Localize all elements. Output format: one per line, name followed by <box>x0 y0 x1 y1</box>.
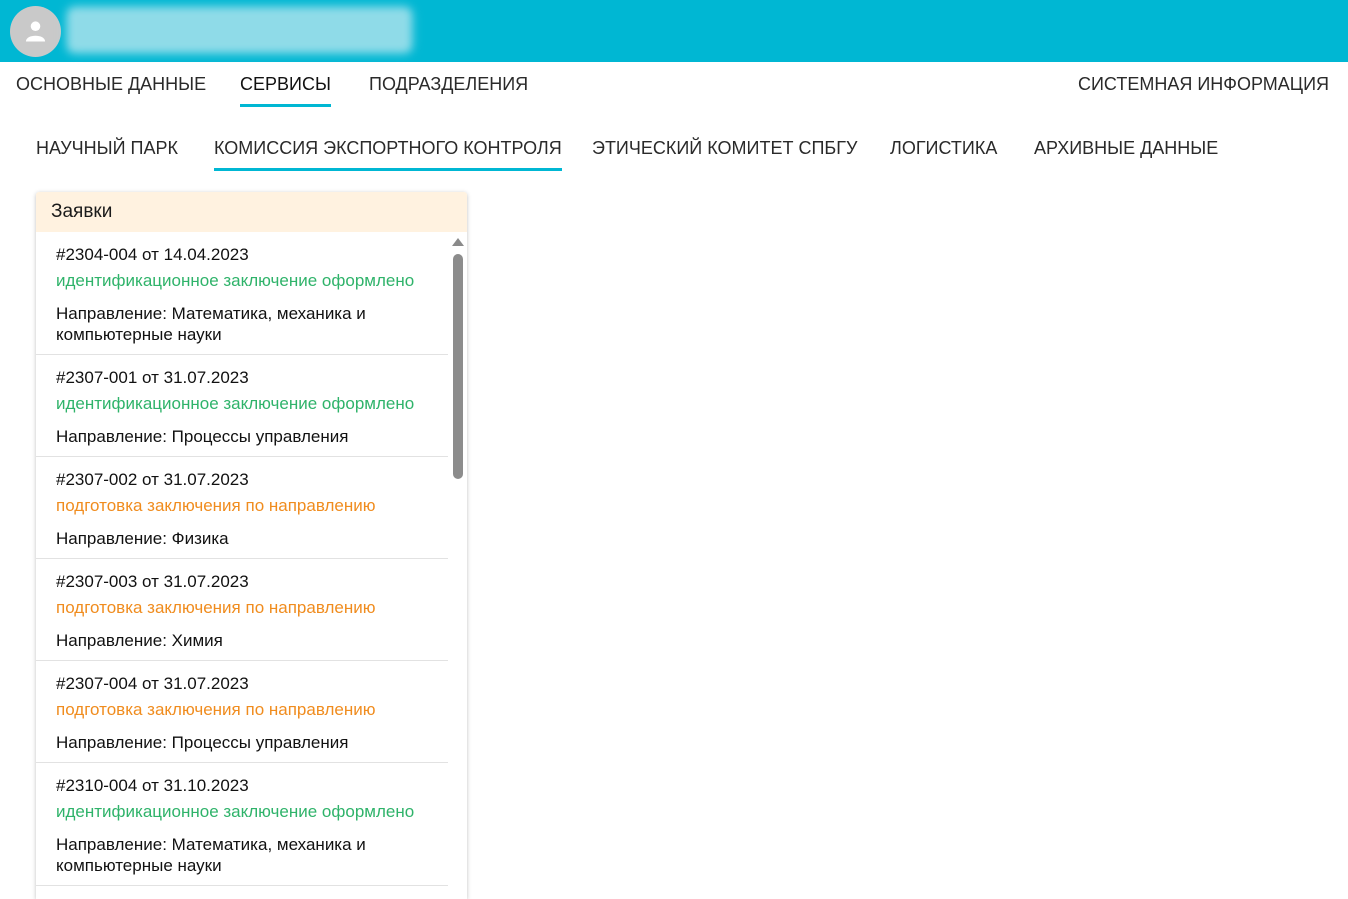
application-status: идентификационное заключение оформлено <box>56 802 415 821</box>
list-item[interactable]: #2307-002 от 31.07.2023 подготовка заклю… <box>36 457 448 559</box>
list-scrollbar[interactable] <box>448 232 467 899</box>
application-status: идентификационное заключение оформлено <box>56 394 415 413</box>
application-direction: Направление: Математика, механика и комп… <box>56 835 366 875</box>
list-item[interactable]: #2304-004 от 14.04.2023 идентификационно… <box>36 232 448 355</box>
subtab-science-park[interactable]: НАУЧНЫЙ ПАРК <box>36 126 178 170</box>
tab-basic-data[interactable]: ОСНОВНЫЕ ДАННЫЕ <box>16 62 206 106</box>
user-name-redacted <box>68 8 411 52</box>
application-number: #2310-004 от 31.10.2023 <box>56 776 249 795</box>
application-status: идентификационное заключение оформлено <box>56 271 415 290</box>
tab-system-info[interactable]: СИСТЕМНАЯ ИНФОРМАЦИЯ <box>1078 62 1329 106</box>
application-number: #2307-001 от 31.07.2023 <box>56 368 249 387</box>
list-item[interactable]: #2310-004 от 31.10.2023 идентификационно… <box>36 763 448 886</box>
application-number: #2307-002 от 31.07.2023 <box>56 470 249 489</box>
application-number: #2307-004 от 31.07.2023 <box>56 674 249 693</box>
scroll-thumb[interactable] <box>453 254 463 479</box>
applications-list[interactable]: #2304-004 от 14.04.2023 идентификационно… <box>36 232 448 899</box>
top-bar <box>0 0 1348 62</box>
application-direction: Направление: Физика <box>56 529 229 548</box>
list-item[interactable]: #2307-004 от 31.07.2023 подготовка заклю… <box>36 661 448 763</box>
application-number: #2304-004 от 14.04.2023 <box>56 245 249 264</box>
application-direction: Направление: Математика, механика и комп… <box>56 304 366 344</box>
subtab-logistics[interactable]: ЛОГИСТИКА <box>890 126 997 170</box>
application-status: подготовка заключения по направлению <box>56 598 376 617</box>
scroll-up-arrow-icon[interactable] <box>452 238 464 246</box>
applications-panel: Заявки #2304-004 от 14.04.2023 идентифик… <box>36 192 467 899</box>
avatar[interactable] <box>10 6 61 57</box>
application-direction: Направление: Химия <box>56 631 223 650</box>
tab-services[interactable]: СЕРВИСЫ <box>240 62 331 107</box>
tab-departments[interactable]: ПОДРАЗДЕЛЕНИЯ <box>369 62 528 106</box>
list-item[interactable]: #2307-003 от 31.07.2023 подготовка заклю… <box>36 559 448 661</box>
subtab-export-control[interactable]: КОМИССИЯ ЭКСПОРТНОГО КОНТРОЛЯ <box>214 126 562 171</box>
user-icon <box>25 21 46 42</box>
subtab-archive[interactable]: АРХИВНЫЕ ДАННЫЕ <box>1034 126 1218 170</box>
application-status: подготовка заключения по направлению <box>56 496 376 515</box>
list-item[interactable]: #2307-001 от 31.07.2023 идентификационно… <box>36 355 448 457</box>
application-status: подготовка заключения по направлению <box>56 700 376 719</box>
application-direction: Направление: Процессы управления <box>56 733 349 752</box>
application-number: #2307-003 от 31.07.2023 <box>56 572 249 591</box>
subtab-ethics-committee[interactable]: ЭТИЧЕСКИЙ КОМИТЕТ СПБГУ <box>592 126 857 170</box>
main-tabs: ОСНОВНЫЕ ДАННЫЕ СЕРВИСЫ ПОДРАЗДЕЛЕНИЯ СИ… <box>0 62 1348 108</box>
application-direction: Направление: Процессы управления <box>56 427 349 446</box>
panel-title: Заявки <box>36 192 467 232</box>
